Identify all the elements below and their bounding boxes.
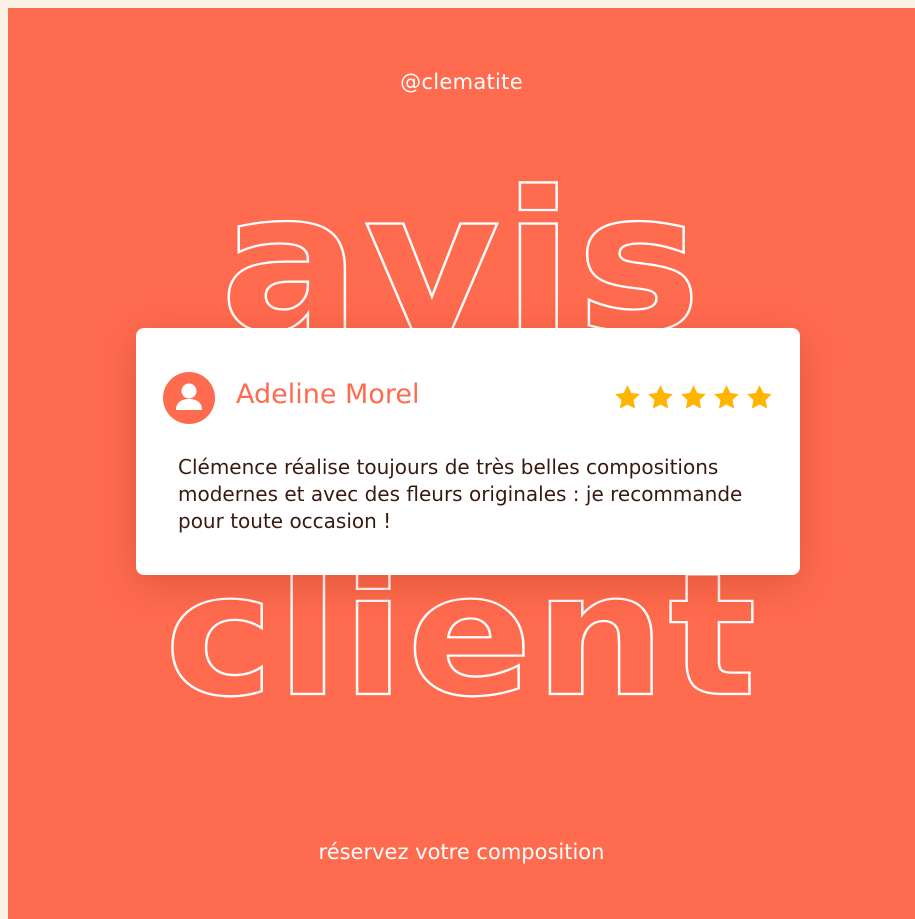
review-card: Adeline Morel Clémence réalise toujours …	[136, 328, 800, 575]
star-icon	[714, 385, 739, 409]
poster: @clematite avis client Adeline Morel Clé…	[8, 8, 915, 919]
star-icon	[681, 385, 706, 409]
headline-bottom: client	[163, 535, 759, 735]
user-icon	[163, 372, 215, 424]
rating-stars	[613, 383, 774, 412]
instagram-handle: @clematite	[400, 70, 523, 94]
star-icon	[648, 385, 673, 409]
reviewer-name: Adeline Morel	[236, 379, 420, 410]
cta-text[interactable]: réservez votre composition	[8, 840, 915, 864]
review-text: Clémence réalise toujours de très belles…	[178, 455, 743, 533]
star-icon	[747, 385, 772, 409]
star-icon	[615, 385, 640, 409]
